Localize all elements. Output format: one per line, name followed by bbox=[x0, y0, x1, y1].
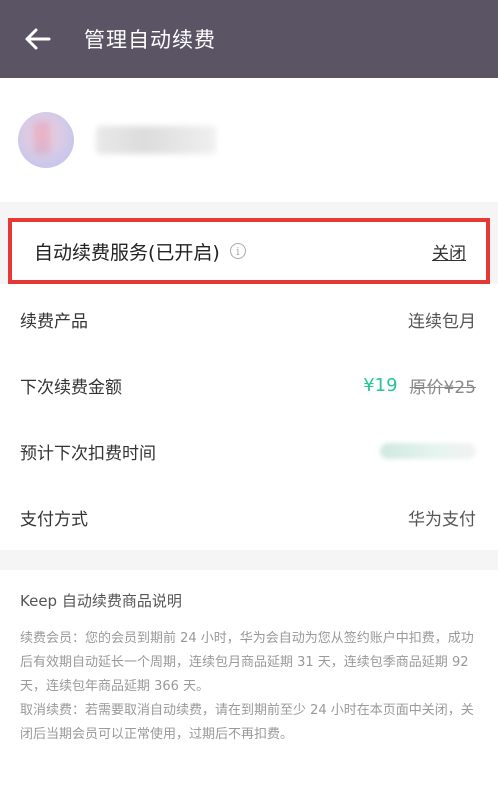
date-redacted bbox=[380, 443, 476, 459]
notes-paragraph-2: 取消续费：若需要取消自动续费，请在到期前至少 24 小时在本页面中关闭，关闭后当… bbox=[20, 703, 474, 742]
info-icon[interactable]: i bbox=[229, 243, 246, 259]
page-title: 管理自动续费 bbox=[84, 28, 216, 52]
product-row: 续费产品 连续包月 bbox=[0, 286, 498, 352]
notes-title: Keep 自动续费商品说明 bbox=[20, 592, 182, 610]
next-charge-label: 预计下次扣费时间 bbox=[20, 443, 156, 464]
back-arrow-icon bbox=[25, 28, 51, 50]
next-charge-value bbox=[380, 443, 476, 459]
avatar bbox=[18, 112, 74, 168]
amount-row: 下次续费金额 ¥19 原价¥25 bbox=[0, 352, 498, 418]
payment-label: 支付方式 bbox=[20, 509, 88, 530]
back-button[interactable] bbox=[20, 22, 54, 56]
divider bbox=[0, 550, 498, 570]
notes-paragraph-1: 续费会员：您的会员到期前 24 小时，华为会自动为您从签约账户中扣费，成功后有效… bbox=[20, 631, 474, 694]
product-value: 连续包月 bbox=[408, 311, 476, 332]
price-original: 原价¥25 bbox=[409, 377, 476, 398]
user-profile bbox=[0, 78, 498, 202]
renewal-details: 续费产品 连续包月 下次续费金额 ¥19 原价¥25 预计下次扣费时间 支付方式… bbox=[0, 284, 498, 550]
auto-renew-service-row: 自动续费服务(已开启) i 关闭 bbox=[8, 218, 490, 284]
next-charge-row: 预计下次扣费时间 bbox=[0, 418, 498, 484]
top-app-bar: 管理自动续费 bbox=[0, 0, 498, 78]
renewal-notes: Keep 自动续费商品说明 续费会员：您的会员到期前 24 小时，华为会自动为您… bbox=[0, 570, 498, 786]
amount-value: ¥19 原价¥25 bbox=[363, 373, 476, 398]
service-status-label: 自动续费服务(已开启) bbox=[34, 241, 220, 264]
amount-label: 下次续费金额 bbox=[20, 377, 122, 398]
price-current: ¥19 bbox=[363, 374, 398, 396]
payment-row: 支付方式 华为支付 bbox=[0, 484, 498, 550]
divider bbox=[0, 202, 498, 218]
payment-value: 华为支付 bbox=[408, 509, 476, 530]
product-label: 续费产品 bbox=[20, 311, 88, 332]
close-auto-renew-link[interactable]: 关闭 bbox=[432, 239, 466, 264]
username-redacted bbox=[96, 126, 216, 154]
